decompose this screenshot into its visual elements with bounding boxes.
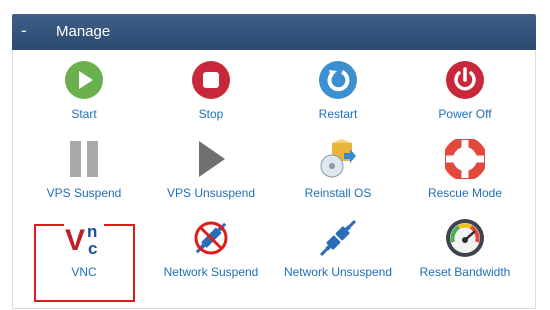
vnc-logo-v: V — [65, 224, 85, 257]
vnc-icon: V n c — [64, 218, 104, 258]
rescue-mode-button[interactable]: Rescue Mode — [402, 139, 528, 217]
manage-header: - Manage — [12, 14, 536, 50]
vps-unsuspend-button[interactable]: VPS Unsuspend — [148, 139, 274, 217]
gauge-icon — [446, 219, 484, 257]
vps-suspend-button[interactable]: VPS Suspend — [21, 139, 147, 217]
start-label: Start — [71, 107, 97, 121]
network-unsuspend-button[interactable]: Network Unsuspend — [275, 218, 401, 296]
vnc-button[interactable]: V n c VNC — [21, 218, 147, 296]
stop-button[interactable]: Stop — [148, 60, 274, 138]
rescue-mode-label: Rescue Mode — [427, 186, 503, 200]
play-gray-icon — [199, 141, 225, 177]
network-plug-icon — [319, 219, 357, 257]
start-button[interactable]: Start — [21, 60, 147, 138]
install-icon — [320, 139, 356, 178]
stop-icon — [192, 61, 230, 99]
power-off-button[interactable]: Power Off — [402, 60, 528, 138]
vnc-label: VNC — [71, 265, 97, 279]
network-blocked-icon — [194, 221, 228, 255]
restart-label: Restart — [318, 107, 358, 121]
reinstall-os-button[interactable]: Reinstall OS — [275, 139, 401, 217]
restart-button[interactable]: Restart — [275, 60, 401, 138]
network-suspend-label: Network Suspend — [163, 265, 259, 279]
restart-icon — [319, 61, 357, 99]
collapse-toggle[interactable]: - — [21, 21, 27, 41]
play-icon — [65, 61, 103, 99]
network-unsuspend-label: Network Unsuspend — [283, 265, 393, 279]
lifebuoy-icon — [445, 139, 485, 179]
pause-icon — [70, 141, 98, 177]
reset-bandwidth-label: Reset Bandwidth — [419, 265, 511, 279]
vnc-logo-c: c — [88, 239, 97, 258]
network-suspend-button[interactable]: Network Suspend — [148, 218, 274, 296]
panel-title: Manage — [56, 23, 111, 40]
vps-unsuspend-label: VPS Unsuspend — [166, 186, 256, 200]
manage-panel: - Manage Start Stop Restart Power Off VP… — [12, 14, 536, 310]
reset-bandwidth-button[interactable]: Reset Bandwidth — [402, 218, 528, 296]
manage-actions: Start Stop Restart Power Off VPS Suspend… — [12, 50, 536, 309]
vps-suspend-label: VPS Suspend — [46, 186, 122, 200]
power-icon — [446, 61, 484, 99]
reinstall-os-label: Reinstall OS — [304, 186, 372, 200]
power-off-label: Power Off — [438, 107, 492, 121]
stop-label: Stop — [198, 107, 224, 121]
